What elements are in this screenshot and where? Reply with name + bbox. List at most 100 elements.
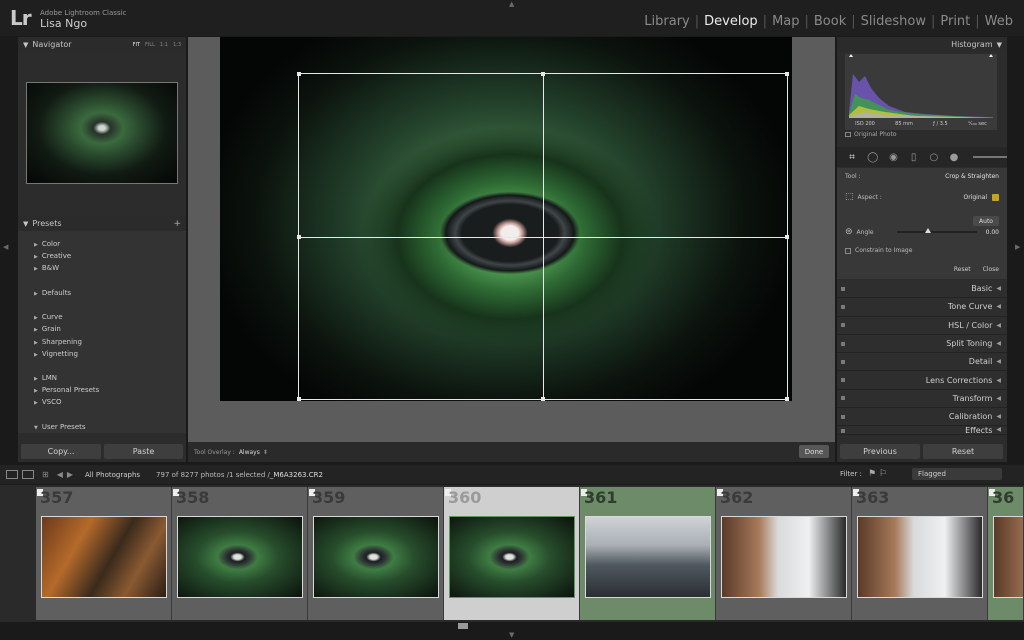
- angle-value[interactable]: 0.00: [986, 229, 999, 236]
- preset-folder[interactable]: ▶ Grain: [34, 323, 186, 335]
- section-switch-icon[interactable]: [841, 323, 845, 328]
- preset-folder[interactable]: ▶ Curve: [34, 311, 186, 323]
- module-book[interactable]: Book: [809, 14, 851, 29]
- thumbnail[interactable]: [41, 516, 167, 598]
- thumbnail[interactable]: [449, 516, 575, 598]
- crop-tool-icon[interactable]: ⌗: [847, 151, 857, 163]
- filmstrip-cell[interactable]: 357: [36, 487, 172, 620]
- section-switch-icon[interactable]: [841, 414, 845, 419]
- graduated-filter-icon[interactable]: ▯: [909, 151, 919, 163]
- crop-handle-bottom[interactable]: [541, 397, 545, 401]
- module-develop[interactable]: Develop: [699, 14, 763, 29]
- crop-reset-button[interactable]: Reset: [954, 266, 971, 273]
- filmstrip-cell[interactable]: 36: [988, 487, 1024, 620]
- done-button[interactable]: Done: [799, 445, 829, 458]
- radial-filter-icon[interactable]: ○: [929, 151, 939, 163]
- flag-filter-icons[interactable]: ⚑ ⚐: [868, 469, 887, 479]
- preset-folder[interactable]: ▶ Vignetting: [34, 348, 186, 360]
- presets-header[interactable]: ▼ Presets +: [18, 216, 186, 231]
- photo-canvas[interactable]: [220, 37, 792, 401]
- crop-handle-left[interactable]: [297, 235, 301, 239]
- crop-handle-bottom-left[interactable]: [297, 397, 301, 401]
- section-switch-icon[interactable]: [841, 429, 845, 434]
- histogram[interactable]: ISO 200 85 mm ƒ / 3.5 ¹⁄₁₀₀ sec: [845, 54, 997, 130]
- constrain-checkbox[interactable]: [845, 247, 851, 254]
- brush-slider[interactable]: [973, 156, 1007, 158]
- tool-overlay-select[interactable]: Always: [239, 449, 260, 456]
- section-lens-corrections[interactable]: Lens Corrections ◀: [837, 371, 1007, 390]
- filmstrip-source[interactable]: All Photographs: [85, 471, 140, 479]
- left-panel-toggle-icon[interactable]: ◀: [3, 243, 8, 251]
- crop-handle-top-right[interactable]: [785, 72, 789, 76]
- preset-folder[interactable]: ▶ Creative: [34, 250, 186, 262]
- preset-folder[interactable]: ▶ LMN: [34, 372, 186, 384]
- zoom-fit[interactable]: FIT: [133, 42, 140, 48]
- section-switch-icon[interactable]: [841, 396, 845, 401]
- constrain-row[interactable]: Constrain to Image: [845, 247, 999, 254]
- crop-overlay[interactable]: [297, 72, 789, 401]
- filmstrip-scroll-thumb[interactable]: [458, 623, 468, 629]
- forward-arrow-icon[interactable]: ▶: [67, 470, 73, 479]
- preset-folder[interactable]: ▶ VSCO: [34, 396, 186, 408]
- section-switch-icon[interactable]: [841, 341, 845, 346]
- adjustment-brush-icon[interactable]: ●: [949, 151, 959, 163]
- crop-frame-icon[interactable]: ⬚: [845, 192, 854, 202]
- navigator-header[interactable]: ▼ Navigator FIT FILL 1:1 1:3: [18, 37, 186, 52]
- filmstrip-cell-selected[interactable]: 360: [444, 487, 580, 620]
- module-library[interactable]: Library: [639, 14, 694, 29]
- thumbnail[interactable]: [993, 516, 1023, 598]
- section-calibration[interactable]: Calibration ◀: [837, 408, 1007, 427]
- filmstrip-filename[interactable]: _M6A3263.CR2: [270, 471, 323, 479]
- right-panel-toggle-icon[interactable]: ▶: [1015, 243, 1020, 251]
- spot-removal-icon[interactable]: ◯: [867, 151, 878, 163]
- filmstrip-cell[interactable]: 363: [852, 487, 988, 620]
- section-switch-icon[interactable]: [841, 359, 845, 364]
- section-switch-icon[interactable]: [841, 304, 845, 309]
- preset-folder[interactable]: ▶ Color: [34, 238, 186, 250]
- original-photo-toggle[interactable]: Original Photo: [845, 131, 897, 138]
- histogram-header[interactable]: Histogram ▼: [837, 37, 1007, 52]
- preset-folder[interactable]: ▼ User Presets: [34, 421, 186, 433]
- module-print[interactable]: Print: [935, 14, 975, 29]
- preset-folder[interactable]: ▶ Defaults: [34, 287, 186, 299]
- straighten-level-icon[interactable]: ⊜: [845, 227, 853, 237]
- section-detail[interactable]: Detail ◀: [837, 353, 1007, 372]
- secondary-window-icon[interactable]: [22, 470, 34, 479]
- section-hsl-color[interactable]: HSL / Color ◀: [837, 316, 1007, 335]
- preset-folder[interactable]: ▶ Sharpening: [34, 336, 186, 348]
- thumbnail[interactable]: [177, 516, 303, 598]
- module-map[interactable]: Map: [767, 14, 804, 29]
- thumbnail[interactable]: [313, 516, 439, 598]
- section-transform[interactable]: Transform ◀: [837, 389, 1007, 409]
- section-basic[interactable]: Basic ◀: [837, 280, 1007, 299]
- original-photo-checkbox[interactable]: [845, 132, 851, 137]
- top-panel-toggle-icon[interactable]: ▲: [509, 0, 514, 8]
- angle-slider[interactable]: [897, 228, 977, 233]
- section-tone-curve[interactable]: Tone Curve ◀: [837, 298, 1007, 317]
- section-effects[interactable]: Effects ◀: [837, 426, 1007, 436]
- dropdown-arrow-icon[interactable]: ⬍: [263, 449, 268, 456]
- zoom-1-1[interactable]: 1:1: [160, 42, 168, 48]
- zoom-fill[interactable]: FILL: [145, 42, 155, 48]
- module-web[interactable]: Web: [980, 14, 1018, 29]
- filter-select[interactable]: Flagged: [912, 468, 1002, 480]
- filmstrip-cell[interactable]: 358: [172, 487, 308, 620]
- primary-window-icon[interactable]: [6, 470, 18, 479]
- add-preset-icon[interactable]: +: [173, 219, 181, 229]
- grid-view-icon[interactable]: ⊞: [42, 470, 49, 479]
- bottom-panel-toggle-icon[interactable]: ▼: [509, 631, 514, 639]
- aspect-lock-icon[interactable]: [992, 193, 999, 201]
- filmstrip-cell[interactable]: 361: [580, 487, 716, 620]
- angle-slider-thumb[interactable]: [925, 228, 931, 233]
- thumbnail[interactable]: [857, 516, 983, 598]
- section-switch-icon[interactable]: [841, 286, 845, 291]
- navigator-preview[interactable]: [26, 82, 178, 184]
- copy-button[interactable]: Copy...: [21, 444, 101, 459]
- section-split-toning[interactable]: Split Toning ◀: [837, 334, 1007, 354]
- aspect-select[interactable]: Original: [964, 194, 987, 201]
- crop-close-button[interactable]: Close: [983, 266, 999, 273]
- crop-handle-bottom-right[interactable]: [785, 397, 789, 401]
- filmstrip-cell[interactable]: 359: [308, 487, 444, 620]
- module-slideshow[interactable]: Slideshow: [856, 14, 931, 29]
- section-switch-icon[interactable]: [841, 378, 845, 383]
